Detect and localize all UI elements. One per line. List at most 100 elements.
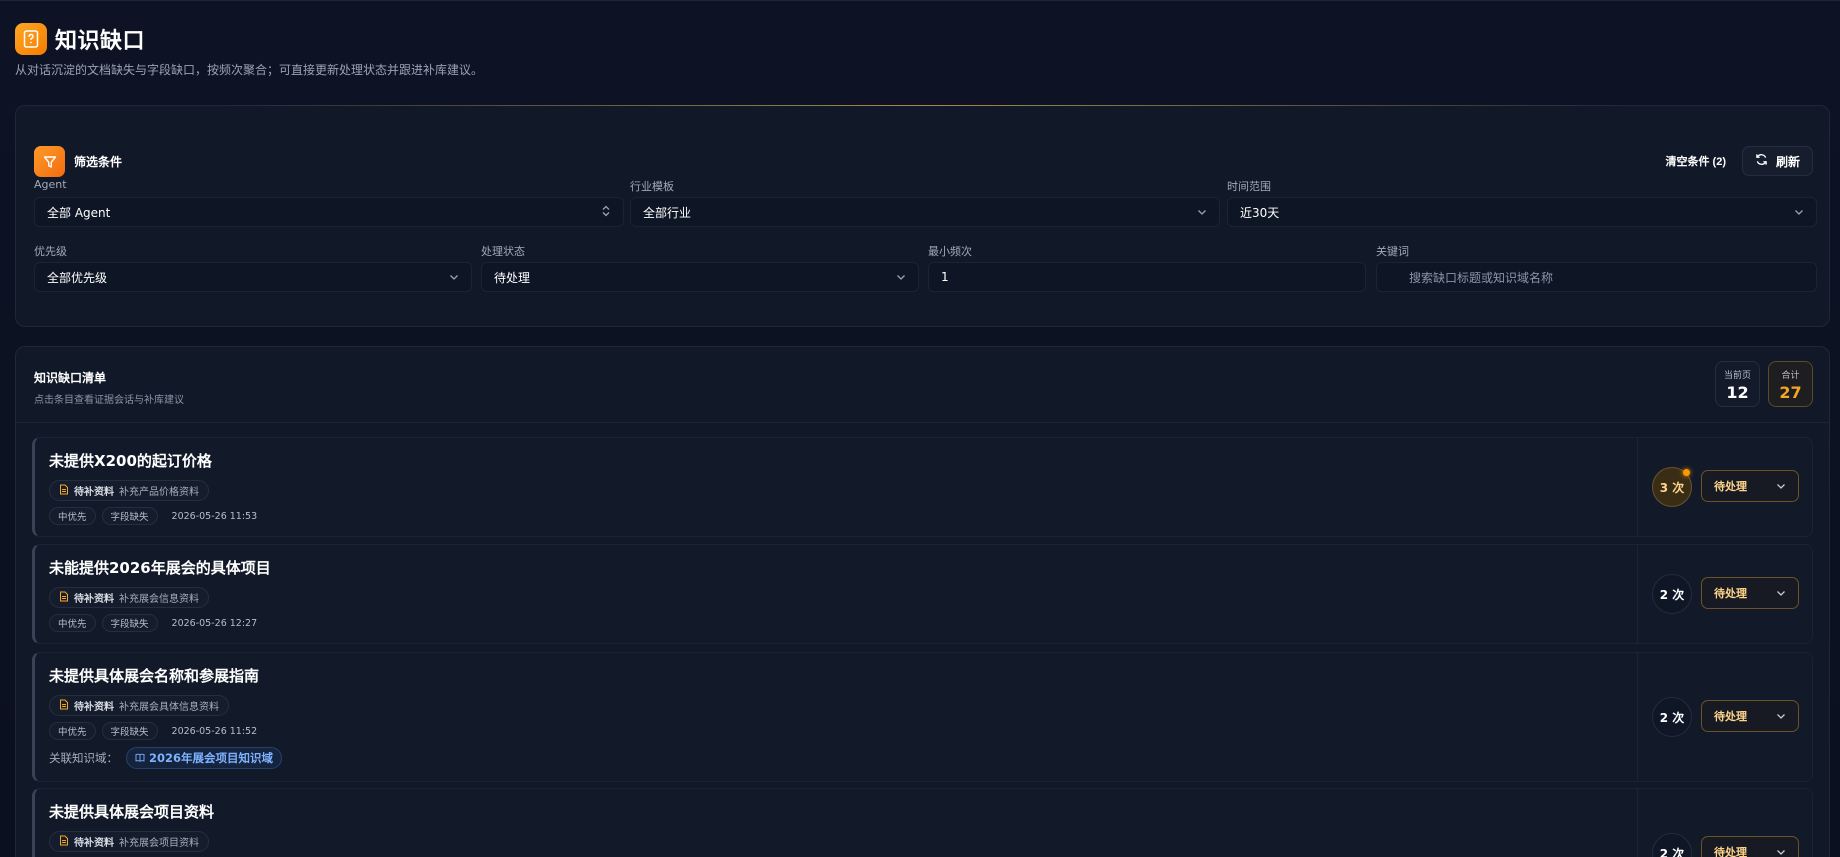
status-dropdown[interactable]: 待处理 [1701, 836, 1799, 857]
chevron-down-icon [896, 270, 906, 284]
note-chip: 待补资料 补充展会项目资料 [49, 831, 209, 852]
page-subtitle: 从对话沉淀的文档缺失与字段缺口，按频次聚合；可直接更新处理状态并跟进补库建议。 [15, 63, 484, 77]
frequency-count: 2 次 [1659, 587, 1685, 602]
min-freq-value: 1 [941, 270, 949, 284]
status-dropdown[interactable]: 待处理 [1701, 577, 1799, 609]
priority-select-value: 全部优先级 [47, 270, 108, 285]
time-range-select-value: 近30天 [1240, 205, 1280, 220]
related-domain-name: 2026年展会项目知识域 [149, 751, 274, 765]
note-text: 补充展会项目资料 [119, 838, 199, 849]
clear-filters-button[interactable]: 清空条件 (2) [1657, 147, 1734, 175]
tag-row: 中优先 字段缺失 2026-05-26 12:27 [49, 614, 265, 632]
priority-tag: 中优先 [49, 614, 96, 632]
status-select-value: 待处理 [494, 270, 531, 285]
keyword-filter-label: 关键词 [1376, 245, 1409, 258]
note-chip: 待补资料 补充展会具体信息资料 [49, 695, 229, 716]
priority-select[interactable]: 全部优先级 [34, 262, 472, 292]
gap-title: 未提供具体展会项目资料 [49, 803, 215, 821]
priority-filter: 优先级 全部优先级 [34, 243, 472, 292]
refresh-label: 刷新 [1775, 154, 1800, 169]
status-dropdown-value: 待处理 [1714, 480, 1747, 493]
industry-select[interactable]: 全部行业 [630, 197, 1220, 227]
type-tag: 字段缺失 [101, 722, 158, 740]
hot-indicator-dot [1683, 469, 1690, 476]
agent-select-value: 全部 Agent [47, 205, 111, 220]
frequency-count: 2 次 [1659, 710, 1685, 725]
type-tag: 字段缺失 [101, 507, 158, 525]
gap-title: 未能提供2026年展会的具体项目 [49, 559, 271, 577]
note-text: 补充展会具体信息资料 [119, 702, 219, 713]
total-stat: 合计 27 [1768, 361, 1813, 407]
refresh-button[interactable]: 刷新 [1741, 146, 1813, 176]
tag-row: 中优先 字段缺失 2026-05-26 11:53 [49, 507, 265, 525]
time-range-select[interactable]: 近30天 [1227, 197, 1817, 227]
industry-filter: 行业模板 全部行业 [630, 178, 1220, 227]
page-header: 知识缺口 从对话沉淀的文档缺失与字段缺口，按频次聚合；可直接更新处理状态并跟进补… [15, 23, 483, 78]
card-actions: 2 次 待处理 [1637, 545, 1812, 643]
note-strong: 待补资料 [74, 594, 114, 605]
document-icon [59, 591, 69, 605]
note-text: 补充产品价格资料 [119, 487, 199, 498]
note-strong: 待补资料 [74, 702, 114, 713]
updown-icon [601, 205, 611, 220]
total-value: 27 [1779, 383, 1802, 402]
frequency-count: 3 次 [1659, 480, 1685, 495]
agent-select[interactable]: 全部 Agent [34, 197, 624, 227]
page: 知识缺口 从对话沉淀的文档缺失与字段缺口，按频次聚合；可直接更新处理状态并跟进补… [0, 1, 1840, 857]
chevron-down-icon [1794, 205, 1804, 219]
list-divider [16, 422, 1829, 423]
card-actions: 2 次 待处理 [1637, 653, 1812, 781]
keyword-search-input[interactable]: 搜索缺口标题或知识域名称 [1376, 262, 1817, 292]
gap-card[interactable]: 未提供具体展会项目资料 待补资料 补充展会项目资料 2 次 待处理 [32, 788, 1813, 857]
gap-title: 未提供具体展会名称和参展指南 [49, 667, 260, 685]
tag-row: 中优先 字段缺失 2026-05-26 11:52 [49, 722, 265, 740]
chevron-down-icon [1776, 480, 1786, 493]
priority-filter-label: 优先级 [34, 245, 67, 258]
frequency-badge: 2 次 [1652, 833, 1692, 857]
filter-title: 筛选条件 [74, 155, 123, 169]
status-select[interactable]: 待处理 [481, 262, 919, 292]
type-tag: 字段缺失 [101, 614, 158, 632]
chevron-down-icon [449, 270, 459, 284]
keyword-filter: 关键词 搜索缺口标题或知识域名称 [1376, 243, 1817, 292]
frequency-count: 2 次 [1659, 846, 1685, 857]
gap-card[interactable]: 未能提供2026年展会的具体项目 待补资料 补充展会信息资料 中优先 字段缺失 … [32, 544, 1813, 644]
note-strong: 待补资料 [74, 487, 114, 498]
timestamp: 2026-05-26 11:52 [171, 725, 258, 737]
filter-icon [34, 146, 65, 177]
time-range-filter-label: 时间范围 [1227, 180, 1271, 193]
keyword-placeholder: 搜索缺口标题或知识域名称 [1409, 270, 1554, 285]
status-dropdown[interactable]: 待处理 [1701, 700, 1799, 732]
note-chip: 待补资料 补充产品价格资料 [49, 480, 209, 501]
status-dropdown-value: 待处理 [1714, 710, 1747, 723]
status-dropdown[interactable]: 待处理 [1701, 470, 1799, 502]
min-freq-input[interactable]: 1 [928, 262, 1366, 292]
time-range-filter: 时间范围 近30天 [1227, 178, 1817, 227]
gap-card[interactable]: 未提供X200的起订价格 待补资料 补充产品价格资料 中优先 字段缺失 2026… [32, 437, 1813, 537]
list-title: 知识缺口清单 [34, 371, 107, 385]
current-page-label: 当前页 [1723, 371, 1751, 381]
timestamp: 2026-05-26 11:53 [171, 510, 258, 522]
chevron-down-icon [1776, 846, 1786, 857]
total-label: 合计 [1781, 371, 1800, 381]
industry-select-value: 全部行业 [643, 205, 692, 220]
card-actions: 3 次 待处理 [1637, 438, 1812, 536]
document-icon [59, 699, 69, 713]
related-domain-link[interactable]: 2026年展会项目知识域 [126, 747, 283, 769]
card-actions: 2 次 待处理 [1637, 789, 1812, 857]
current-page-value: 12 [1726, 383, 1749, 402]
chevron-down-icon [1197, 205, 1207, 219]
page-title: 知识缺口 [55, 29, 146, 54]
related-domain: 关联知识域： 2026年展会项目知识域 [49, 747, 283, 769]
frequency-badge: 3 次 [1652, 467, 1692, 507]
agent-filter: Agent 全部 Agent [34, 178, 624, 227]
note-strong: 待补资料 [74, 838, 114, 849]
status-dropdown-value: 待处理 [1714, 846, 1747, 857]
document-icon [59, 484, 69, 498]
chevron-down-icon [1776, 587, 1786, 600]
gap-title: 未提供X200的起订价格 [49, 452, 212, 470]
priority-tag: 中优先 [49, 722, 96, 740]
industry-filter-label: 行业模板 [630, 180, 674, 193]
question-doc-icon [15, 23, 47, 55]
gap-card[interactable]: 未提供具体展会名称和参展指南 待补资料 补充展会具体信息资料 中优先 字段缺失 … [32, 652, 1813, 782]
